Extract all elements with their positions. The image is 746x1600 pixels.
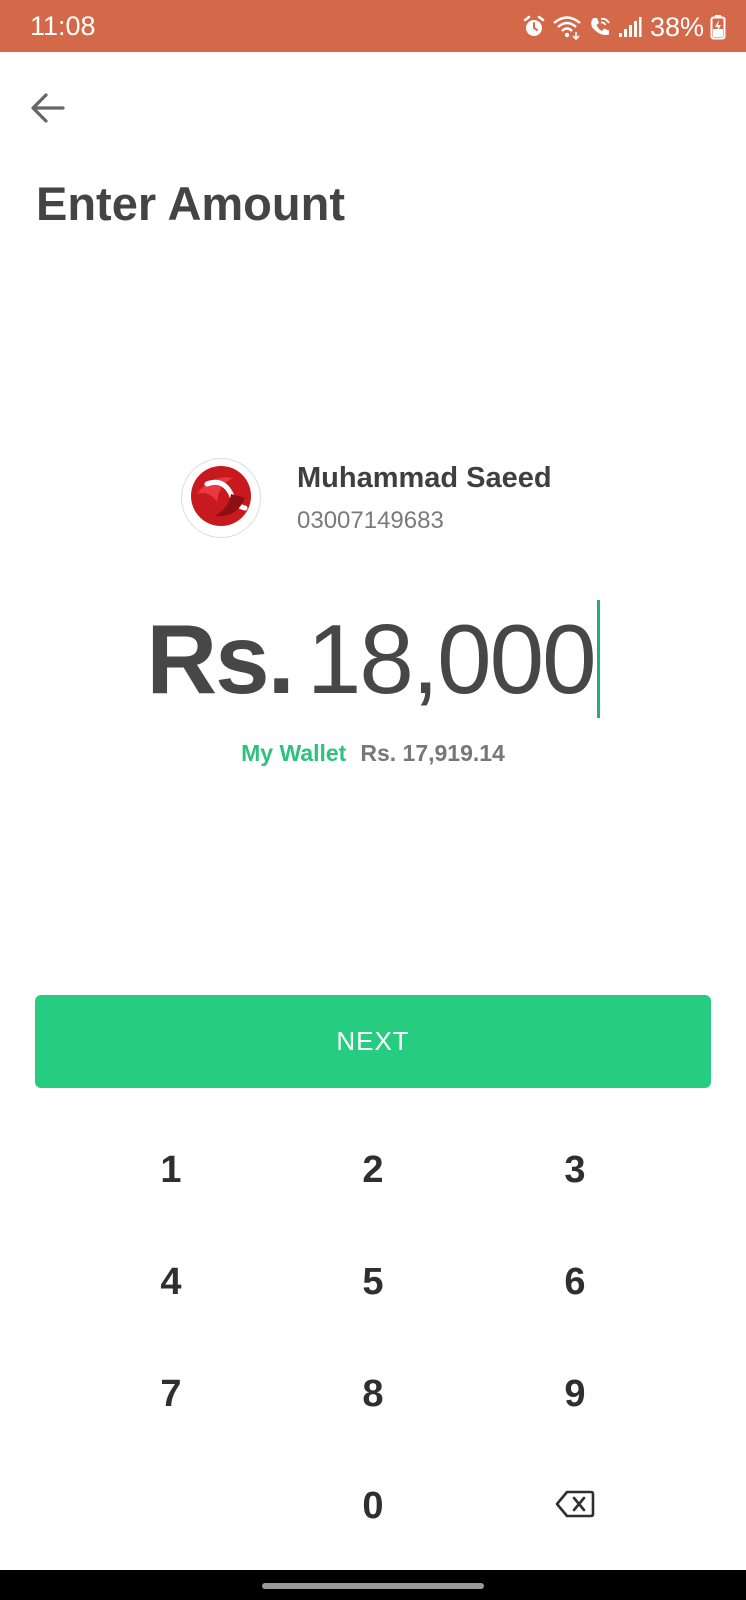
status-icons: 38% — [522, 12, 726, 42]
amount-row: Rs. 18,000 — [0, 600, 746, 718]
battery-percentage: 38% — [649, 11, 704, 42]
text-cursor — [596, 600, 600, 718]
key-3[interactable]: 3 — [474, 1116, 676, 1224]
avatar — [181, 458, 261, 538]
key-9[interactable]: 9 — [474, 1340, 676, 1448]
signal-icon — [618, 16, 642, 38]
wallet-label: My Wallet — [241, 740, 347, 766]
network-logo-icon — [189, 464, 253, 533]
back-button[interactable] — [26, 90, 70, 130]
wifi-calling-icon — [588, 15, 612, 39]
key-8[interactable]: 8 — [272, 1340, 474, 1448]
status-time: 11:08 — [30, 11, 96, 41]
home-indicator[interactable] — [262, 1583, 484, 1589]
key-2[interactable]: 2 — [272, 1116, 474, 1224]
backspace-button[interactable] — [474, 1452, 676, 1560]
system-navigation-bar — [0, 1570, 746, 1600]
status-bar: 11:08 38% — [0, 0, 746, 52]
recipient-name: Muhammad Saeed — [297, 461, 552, 494]
wifi-icon — [552, 14, 582, 40]
next-button[interactable]: NEXT — [35, 995, 711, 1088]
key-4[interactable]: 4 — [70, 1228, 272, 1336]
screen: 11:08 38% Enter Amount Muhammad Saeed 03… — [0, 0, 746, 1600]
wallet-balance-row: My Wallet Rs. 17,919.14 — [0, 740, 746, 767]
key-5[interactable]: 5 — [272, 1228, 474, 1336]
page-title: Enter Amount — [36, 177, 345, 230]
amount-input[interactable]: Rs. 18,000 — [146, 600, 600, 718]
wallet-balance: Rs. 17,919.14 — [360, 740, 505, 766]
recipient-details: Muhammad Saeed 03007149683 — [297, 462, 552, 535]
amount-value: 18,000 — [306, 603, 597, 714]
alarm-icon — [522, 15, 546, 39]
recipient-phone: 03007149683 — [297, 506, 444, 534]
key-0[interactable]: 0 — [272, 1452, 474, 1560]
key-6[interactable]: 6 — [474, 1228, 676, 1336]
battery-icon — [710, 14, 726, 40]
backspace-icon — [555, 1485, 595, 1528]
amount-currency: Rs. — [146, 603, 295, 714]
arrow-left-icon — [30, 92, 66, 129]
recipient-card: Muhammad Saeed 03007149683 — [181, 458, 552, 538]
key-7[interactable]: 7 — [70, 1340, 272, 1448]
key-1[interactable]: 1 — [70, 1116, 272, 1224]
